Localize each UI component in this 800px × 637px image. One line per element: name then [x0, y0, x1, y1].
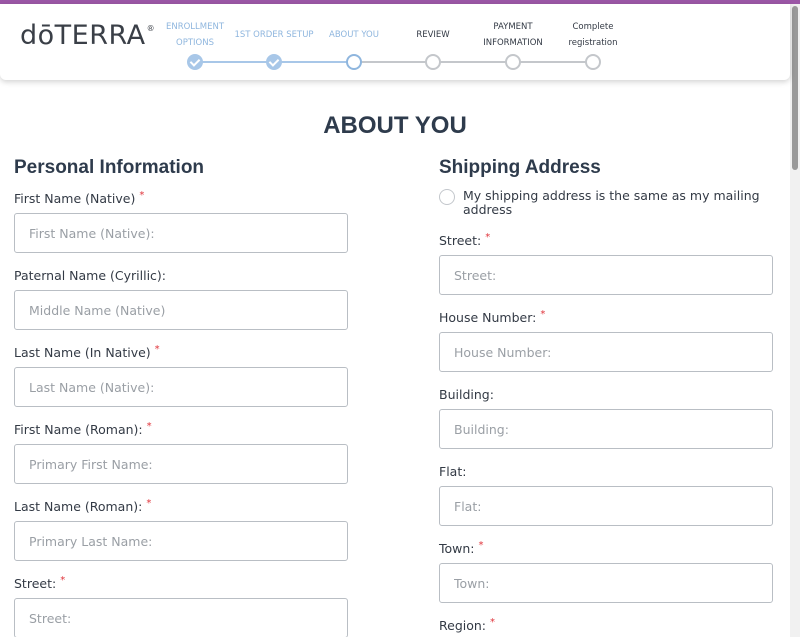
- step-current-circle-icon: [346, 54, 362, 70]
- scrollbar-thumb[interactable]: [792, 6, 798, 170]
- step-pending-circle-icon: [585, 54, 601, 70]
- last-name-native-input[interactable]: [14, 367, 348, 407]
- first-name-roman-input[interactable]: [14, 444, 348, 484]
- required-asterisk: *: [146, 421, 152, 432]
- label-text: First Name (Roman):: [14, 422, 143, 437]
- progress-stepper: ENROLLMENT OPTIONS 1ST ORDER SETUP ABOUT…: [160, 4, 630, 80]
- flat-label: Flat:: [439, 464, 466, 479]
- middle-name-native-input[interactable]: [14, 290, 348, 330]
- label-text: Town:: [439, 541, 475, 556]
- same-as-mailing-label[interactable]: My shipping address is the same as my ma…: [463, 189, 763, 217]
- label-text: Last Name (In Native): [14, 345, 151, 360]
- label-text: Building:: [439, 387, 494, 402]
- step-label: ABOUT YOU: [329, 30, 379, 40]
- required-asterisk: *: [146, 498, 152, 509]
- building-input[interactable]: [439, 409, 773, 449]
- required-asterisk: *: [139, 190, 145, 201]
- required-asterisk: *: [485, 232, 491, 243]
- step-label: 1ST ORDER SETUP: [234, 30, 314, 40]
- label-text: Street:: [14, 576, 57, 591]
- shipping-street-label: Street: *: [439, 232, 491, 248]
- page-scrollbar[interactable]: [790, 4, 800, 637]
- house-number-label: House Number: *: [439, 309, 546, 325]
- town-label: Town: *: [439, 540, 484, 556]
- last-name-native-label: Last Name (In Native) *: [14, 344, 160, 360]
- required-asterisk: *: [154, 344, 160, 355]
- label-text: Region:: [439, 618, 487, 633]
- step-complete-check-icon: [266, 54, 282, 70]
- first-name-roman-label: First Name (Roman): *: [14, 421, 152, 437]
- step-complete-check-icon: [187, 54, 203, 70]
- street-label: Street: *: [14, 575, 66, 591]
- personal-information-heading: Personal Information: [14, 157, 205, 178]
- first-name-native-label: First Name (Native) *: [14, 190, 145, 206]
- label-text: Flat:: [439, 464, 467, 479]
- step-pending-circle-icon: [425, 54, 441, 70]
- label-text: First Name (Native): [14, 191, 136, 206]
- required-asterisk: *: [490, 617, 496, 628]
- progress-line-pending: [354, 61, 593, 63]
- logo-text: dōTERRA: [20, 20, 146, 51]
- label-text: Last Name (Roman):: [14, 499, 143, 514]
- step-label: Complete registration: [568, 22, 618, 48]
- last-name-roman-label: Last Name (Roman): *: [14, 498, 152, 514]
- building-label: Building:: [439, 387, 494, 402]
- street-input[interactable]: [14, 598, 348, 637]
- required-asterisk: *: [60, 575, 66, 586]
- header: dōTERRA® ENROLLMENT OPTIONS 1ST ORDER SE…: [0, 4, 790, 80]
- town-input[interactable]: [439, 563, 773, 603]
- step-label: PAYMENT INFORMATION: [483, 22, 543, 48]
- region-label: Region: *: [439, 617, 496, 633]
- house-number-input[interactable]: [439, 332, 773, 372]
- step-pending-circle-icon: [505, 54, 521, 70]
- required-asterisk: *: [540, 309, 546, 320]
- first-name-native-input[interactable]: [14, 213, 348, 253]
- shipping-address-heading: Shipping Address: [439, 157, 601, 178]
- shipping-street-input[interactable]: [439, 255, 773, 295]
- label-text: House Number:: [439, 310, 537, 325]
- required-asterisk: *: [478, 540, 484, 551]
- brand-logo[interactable]: dōTERRA®: [20, 20, 155, 51]
- flat-input[interactable]: [439, 486, 773, 526]
- label-text: Street:: [439, 233, 482, 248]
- step-label: REVIEW: [416, 30, 450, 40]
- page-title: ABOUT YOU: [323, 112, 467, 139]
- last-name-roman-input[interactable]: [14, 521, 348, 561]
- same-as-mailing-radio[interactable]: [439, 189, 455, 205]
- paternal-name-cyrillic-label: Paternal Name (Cyrillic):: [14, 268, 166, 283]
- label-text: Paternal Name (Cyrillic):: [14, 268, 167, 283]
- step-label: ENROLLMENT OPTIONS: [165, 22, 225, 48]
